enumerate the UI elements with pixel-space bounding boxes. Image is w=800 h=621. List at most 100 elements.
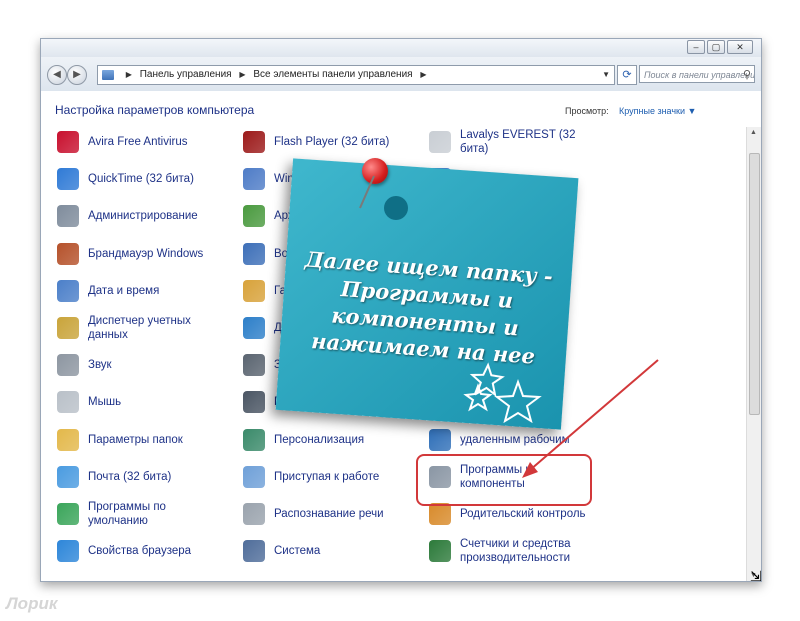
pushpin-icon [362,158,388,184]
taskbar-icon [243,354,265,377]
item-label: Система [274,545,321,558]
speaker-icon [57,354,79,377]
folder-options-icon [57,428,79,451]
control-panel-item[interactable]: Параметры папок [57,425,183,455]
mouse-icon [57,391,79,414]
search-input[interactable]: Поиск в панели управления ⚲ [639,65,755,83]
control-panel-item[interactable]: Avira Free Antivirus [57,127,188,157]
item-label: Lavalys EVEREST (32 бита) [460,129,576,155]
breadcrumb-control-panel[interactable]: Панель управления [140,66,232,84]
credential-vault-icon [57,317,79,339]
search-placeholder: Поиск в панели управления [644,70,755,80]
control-panel-item[interactable]: Мышь [57,387,121,417]
gadgets-icon [243,279,265,302]
pin-shadow [384,196,408,220]
chevron-right-icon: ▶ [239,70,246,79]
page-title: Настройка параметров компьютера [55,103,255,117]
item-label: Диспетчер учетных данных [88,315,191,341]
item-label: Приступая к работе [274,470,380,483]
microphone-icon [243,503,265,525]
remote-desktop-icon [429,428,451,451]
personalization-icon [243,428,265,451]
performance-icon [429,540,451,563]
chevron-right-icon: ▶ [125,70,132,79]
admin-tools-icon [57,205,79,228]
item-label: удаленным рабочим [460,433,570,446]
chevron-down-icon[interactable]: ▼ [602,66,610,84]
view-by-label: Просмотр: [565,106,609,116]
navigation-bar: ◀ ▶ ▶ Панель управления ▶ Все элементы п… [41,57,761,91]
minimize-button[interactable]: – [687,40,705,54]
item-label: Свойства браузера [88,545,192,558]
cursor-icon: ⇲ [750,568,762,584]
vertical-scrollbar[interactable]: ▲ ▼ [746,127,761,581]
refresh-button[interactable]: ⟳ [617,65,637,85]
firewall-icon [57,242,79,265]
watermark: Лорик [6,594,58,613]
system-info-icon [243,391,265,414]
browser-settings-icon [57,540,79,563]
item-label: Flash Player (32 бита) [274,136,390,148]
item-label: Параметры папок [88,433,183,446]
view-by-dropdown[interactable]: Крупные значки ▼ [619,106,696,116]
search-icon: ⚲ [742,69,751,81]
homegroup-icon [243,317,265,339]
control-panel-item[interactable]: Lavalys EVEREST (32 бита) [429,127,590,157]
flash-icon [243,131,265,153]
control-panel-item[interactable]: Flash Player (32 бита) [243,127,389,157]
title-bar: – ▢ ✕ [41,39,761,57]
chevron-right-icon: ▶ [420,70,427,79]
control-panel-item[interactable]: Диспетчер учетных данных [57,313,203,343]
control-panel-item[interactable]: Приступая к работе [243,462,379,492]
control-panel-item[interactable]: Звук [57,350,112,380]
windows-cardspace-icon [243,168,265,191]
item-label: Avira Free Antivirus [88,136,188,148]
scroll-thumb[interactable] [749,153,760,415]
default-programs-icon [57,503,79,525]
everest-icon [429,131,451,153]
control-panel-item[interactable]: Брандмауэр Windows [57,239,203,269]
control-panel-item[interactable]: Счетчики и средства производительности [429,536,590,566]
scroll-up-arrow-icon[interactable]: ▲ [750,129,757,136]
control-panel-icon [102,70,114,80]
avira-icon [57,131,79,153]
caption-buttons: – ▢ ✕ [687,40,753,54]
breadcrumb-all-items[interactable]: Все элементы панели управления [253,66,412,84]
maximize-button[interactable]: ▢ [707,40,725,54]
back-button[interactable]: ◀ [47,65,67,85]
control-panel-item[interactable]: Система [243,536,320,566]
control-panel-item[interactable]: Свойства браузера [57,536,191,566]
item-label: Почта (32 бита) [88,470,172,483]
highlight-frame [416,454,592,506]
control-panel-item[interactable]: Распознавание речи [243,499,384,529]
item-label: Персонализация [274,433,365,446]
item-label: Администрирование [88,210,198,223]
item-label: Звук [88,359,112,372]
system-icon [243,540,265,563]
mail-icon [57,465,79,488]
item-label: Счетчики и средства производительности [460,538,571,565]
item-label: Распознавание речи [274,508,384,520]
control-panel-item[interactable]: Программы по умолчанию [57,499,203,529]
getting-started-icon [243,465,265,488]
control-panel-item[interactable]: Администрирование [57,201,198,231]
note-text: Далее ищем папку - Программы и компонент… [304,246,554,369]
item-label: QuickTime (32 бита) [88,173,194,186]
item-label: Программы по умолчанию [88,501,166,527]
control-panel-item[interactable]: удаленным рабочим [429,425,570,455]
item-label: Родительский контроль [460,508,586,520]
control-panel-item[interactable]: Персонализация [243,425,364,455]
control-panel-item[interactable]: Почта (32 бита) [57,462,171,492]
forward-button[interactable]: ▶ [67,65,87,85]
backup-icon [243,205,265,228]
control-panel-item[interactable]: Дата и время [57,276,159,306]
item-label: Дата и время [88,284,160,297]
control-panel-item[interactable]: QuickTime (32 бита) [57,164,194,194]
parental-control-icon [429,503,451,525]
close-button[interactable]: ✕ [727,40,753,54]
item-label: Мышь [88,396,122,409]
recovery-icon [243,242,265,265]
calendar-icon [57,279,79,302]
quicktime-icon [57,168,79,191]
address-bar[interactable]: ▶ Панель управления ▶ Все элементы панел… [97,65,615,85]
